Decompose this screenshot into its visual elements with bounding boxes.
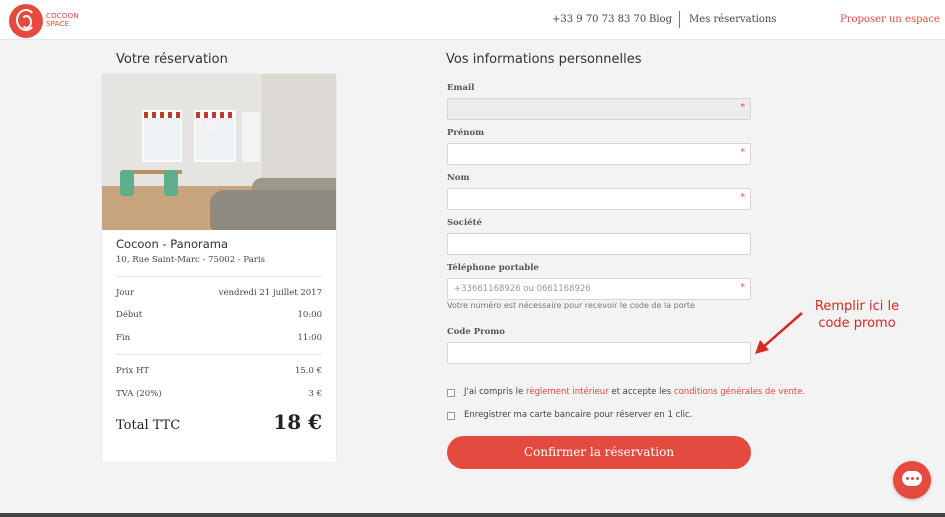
total-value: 18 € — [273, 410, 322, 434]
room-name: Cocoon - Panorama — [116, 237, 229, 251]
annotation-line1: Remplir ici le — [814, 299, 900, 314]
terms-text: J'ai compris le règlement intérieur et a… — [464, 387, 805, 397]
email-field[interactable]: * — [447, 98, 751, 120]
window-bottom-edge — [0, 513, 945, 517]
summary-row-day: Jour vendredi 21 juillet 2017 — [116, 288, 322, 298]
phone-label: Téléphone portable — [447, 263, 539, 273]
chat-button[interactable] — [893, 461, 931, 499]
row-label: TVA (20%) — [116, 389, 162, 399]
confirm-reservation-button[interactable]: Confirmer la réservation — [447, 436, 751, 469]
promo-code-label: Code Promo — [447, 327, 505, 337]
brand-line1: COCOON — [46, 12, 79, 20]
terms-suffix: . — [802, 387, 806, 397]
row-value: 3 € — [308, 389, 322, 399]
required-marker: * — [740, 283, 746, 293]
divider — [116, 276, 322, 277]
required-marker: * — [740, 193, 746, 203]
annotation-text: Remplir ici le code promo — [806, 298, 908, 332]
top-navbar: COCOON SPACE +33 9 70 73 83 70 Blog Mes … — [0, 0, 945, 40]
row-value: 11:00 — [297, 333, 323, 343]
nav-divider — [679, 11, 680, 28]
row-value: vendredi 21 juillet 2017 — [218, 288, 322, 298]
cocoon-logo-icon[interactable] — [9, 4, 43, 38]
row-label: Jour — [116, 288, 135, 298]
reservation-card: Cocoon - Panorama 10, Rue Saint-Marc - 7… — [102, 74, 336, 462]
summary-row-price-ht: Prix HT 15.0 € — [116, 366, 322, 376]
row-value: 10:00 — [297, 310, 323, 320]
cgv-link[interactable]: conditions générales de vente — [674, 387, 803, 397]
nav-blog-link[interactable]: Blog — [649, 14, 672, 25]
reservation-heading: Votre réservation — [116, 52, 228, 67]
save-card-checkbox[interactable] — [447, 412, 455, 420]
email-label: Email — [447, 83, 475, 93]
terms-prefix: J'ai compris le — [464, 387, 526, 397]
nav-propose-space-link[interactable]: Proposer un espace — [840, 14, 940, 25]
summary-row-start: Début 10:00 — [116, 310, 322, 320]
room-photo — [102, 74, 336, 230]
row-label: Fin — [116, 333, 131, 343]
phone-hint: Votre numéro est nécessaire pour recevoi… — [447, 301, 695, 310]
firstname-label: Prénom — [447, 128, 485, 138]
divider — [116, 354, 322, 355]
promo-code-field[interactable] — [447, 342, 751, 364]
required-marker: * — [740, 148, 746, 158]
summary-row-tva: TVA (20%) 3 € — [116, 389, 322, 399]
row-value: 15.0 € — [294, 366, 322, 376]
company-field[interactable] — [447, 233, 751, 255]
annotation-line2: code promo — [818, 316, 896, 331]
row-label: Prix HT — [116, 366, 150, 376]
phone-field[interactable]: +33661168926 ou 0661168926 * — [447, 278, 751, 300]
save-card-text: Enregistrer ma carte bancaire pour réser… — [464, 410, 693, 420]
total-label: Total TTC — [116, 418, 181, 433]
summary-row-end: Fin 11:00 — [116, 333, 322, 343]
firstname-field[interactable]: * — [447, 143, 751, 165]
terms-middle: et accepte les — [608, 387, 674, 397]
annotation-arrow-icon — [755, 312, 803, 354]
required-marker: * — [740, 103, 746, 113]
nav-phone[interactable]: +33 9 70 73 83 70 — [552, 14, 646, 25]
nav-reservations-link[interactable]: Mes réservations — [689, 14, 776, 25]
brand-line2: SPACE — [46, 20, 70, 28]
row-label: Début — [116, 310, 143, 320]
rules-link[interactable]: règlement intérieur — [526, 387, 609, 397]
phone-placeholder: +33661168926 ou 0661168926 — [454, 284, 591, 294]
lastname-label: Nom — [447, 173, 470, 183]
personal-info-heading: Vos informations personnelles — [446, 52, 642, 67]
company-label: Société — [447, 218, 482, 228]
lastname-field[interactable]: * — [447, 188, 751, 210]
room-address: 10, Rue Saint-Marc - 75002 - Paris — [116, 255, 265, 265]
brand-name[interactable]: COCOON SPACE — [46, 12, 79, 28]
terms-checkbox[interactable] — [447, 389, 455, 397]
